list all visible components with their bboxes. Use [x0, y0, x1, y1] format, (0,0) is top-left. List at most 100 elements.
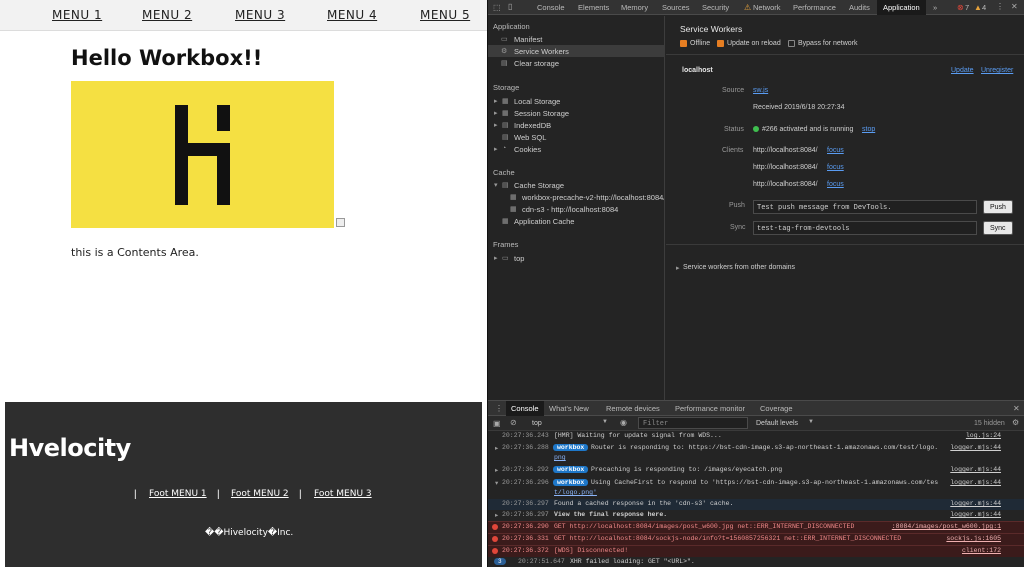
- sidebar-item-local-storage[interactable]: ▸ ▦ Local Storage: [494, 96, 664, 107]
- error-icon[interactable]: ⊗: [957, 3, 964, 12]
- application-sidebar: Application ▭ Manifest ⚙ Service Workers…: [488, 16, 665, 400]
- expand-arrow-icon[interactable]: ▸: [494, 254, 498, 262]
- push-button[interactable]: Push: [983, 200, 1013, 214]
- foot-menu-1[interactable]: Foot MENU 1: [149, 489, 207, 499]
- inspect-icon[interactable]: ⬚: [493, 3, 501, 12]
- tab-sources[interactable]: Sources: [662, 3, 690, 12]
- site-footer: Hvelocity | Foot MENU 1 | Foot MENU 2 | …: [5, 402, 482, 567]
- client-url: http://localhost:8084/: [753, 164, 818, 171]
- expand-arrow-icon[interactable]: ▸: [495, 466, 498, 474]
- sidebar-item-application-cache[interactable]: ▦ Application Cache: [502, 216, 664, 227]
- console-row: 20:27:36.297 Found a cached response in …: [488, 499, 1024, 510]
- sidebar-item-web-sql[interactable]: ▤ Web SQL: [494, 132, 664, 143]
- tab-performance[interactable]: Performance: [793, 3, 836, 12]
- repeat-count-badge: 3: [494, 558, 506, 565]
- focus-link[interactable]: focus: [827, 164, 844, 171]
- sidebar-item-service-workers[interactable]: ⚙ Service Workers: [488, 45, 665, 57]
- focus-link[interactable]: focus: [827, 181, 844, 188]
- nav-menu-4[interactable]: MENU 4: [327, 8, 377, 22]
- clear-console-icon[interactable]: ⊘: [510, 418, 517, 427]
- sidebar-item-session-storage[interactable]: ▸ ▦ Session Storage: [494, 108, 664, 119]
- application-section-header: Application: [493, 22, 530, 31]
- context-select[interactable]: top: [532, 420, 542, 427]
- expand-arrow-icon[interactable]: ▸: [495, 511, 498, 519]
- source-link[interactable]: logger.mjs:44: [950, 479, 1001, 486]
- update-link[interactable]: Update: [951, 67, 974, 74]
- device-toggle-icon[interactable]: ▯: [508, 2, 512, 11]
- sidebar-item-clear-storage[interactable]: ▤ Clear storage: [501, 58, 664, 69]
- tab-elements[interactable]: Elements: [578, 3, 609, 12]
- update-on-reload-checkbox[interactable]: [717, 40, 724, 47]
- unregister-link[interactable]: Unregister: [981, 67, 1013, 74]
- tab-console[interactable]: Console: [537, 3, 565, 12]
- source-link[interactable]: :8084/images/post_w600.jpg:1: [892, 523, 1001, 530]
- more-tabs-button[interactable]: »: [933, 3, 937, 12]
- nav-menu-3[interactable]: MENU 3: [235, 8, 285, 22]
- sidebar-item-frame-top[interactable]: ▸ ▭ top: [494, 253, 664, 264]
- drawer-close-icon[interactable]: ✕: [1013, 404, 1020, 413]
- tab-audits[interactable]: Audits: [849, 3, 870, 12]
- warning-count-icon[interactable]: ▲: [974, 3, 982, 12]
- source-link[interactable]: logger.mjs:44: [950, 466, 1001, 473]
- tab-application[interactable]: Application: [877, 0, 926, 15]
- sync-tag-input[interactable]: test-tag-from-devtools: [753, 221, 977, 235]
- sidebar-item-workbox-precache[interactable]: ▦ workbox-precache-v2-http://localhost:8…: [510, 192, 664, 203]
- source-link[interactable]: sockjs.js:1605: [946, 535, 1001, 542]
- source-link[interactable]: logger.mjs:44: [950, 444, 1001, 451]
- expand-arrow-icon[interactable]: ▸: [494, 121, 498, 129]
- sidebar-toggle-icon[interactable]: ▣: [493, 419, 501, 428]
- sidebar-item-manifest[interactable]: ▭ Manifest: [501, 34, 664, 45]
- collapse-arrow-icon[interactable]: ▾: [495, 479, 498, 487]
- expand-arrow-icon[interactable]: ▸: [494, 145, 498, 153]
- drawer-tab-whats-new[interactable]: What's New: [549, 404, 589, 413]
- drawer-tab-coverage[interactable]: Coverage: [760, 404, 793, 413]
- tab-memory[interactable]: Memory: [621, 3, 648, 12]
- log-levels-select[interactable]: Default levels: [756, 420, 798, 427]
- drawer-menu-icon[interactable]: ⋮: [495, 404, 503, 413]
- expand-arrow-icon[interactable]: ▸: [494, 97, 498, 105]
- offline-checkbox[interactable]: [680, 40, 687, 47]
- drawer-tab-remote-devices[interactable]: Remote devices: [606, 404, 660, 413]
- collapse-arrow-icon[interactable]: ▾: [494, 181, 498, 189]
- foot-menu-2[interactable]: Foot MENU 2: [231, 489, 289, 499]
- push-message-input[interactable]: Test push message from DevTools.: [753, 200, 977, 214]
- source-link[interactable]: client:172: [962, 547, 1001, 554]
- close-icon[interactable]: ✕: [1011, 2, 1018, 11]
- tab-network[interactable]: Network: [753, 3, 781, 12]
- drawer-tab-console[interactable]: Console: [506, 401, 544, 416]
- error-icon: [492, 548, 498, 554]
- sync-button[interactable]: Sync: [983, 221, 1013, 235]
- other-domains-toggle[interactable]: Service workers from other domains: [683, 264, 795, 271]
- nav-menu-5[interactable]: MENU 5: [420, 8, 470, 22]
- settings-menu-icon[interactable]: ⋮: [996, 2, 1004, 11]
- console-toolbar: ▣ ⊘ top ▼ ◉ Filter Default levels ▼ 15 h…: [488, 416, 1024, 431]
- tab-security[interactable]: Security: [702, 3, 729, 12]
- source-link[interactable]: sw.js: [753, 87, 768, 94]
- sidebar-item-cache-storage[interactable]: ▾ ▤ Cache Storage: [494, 180, 664, 191]
- bypass-network-checkbox[interactable]: [788, 40, 795, 47]
- error-icon: [492, 524, 498, 530]
- console-error-row: 20:27:36.331 GET http://localhost:8084/s…: [488, 533, 1024, 545]
- source-link[interactable]: logger.mjs:44: [950, 500, 1001, 507]
- console-settings-gear-icon[interactable]: ⚙: [1012, 418, 1019, 427]
- error-count[interactable]: 7: [965, 3, 969, 12]
- console-filter-input[interactable]: Filter: [638, 417, 748, 429]
- warning-count[interactable]: 4: [982, 3, 986, 12]
- expand-other-domains-icon[interactable]: ▸: [676, 264, 680, 272]
- sidebar-item-cdn-s3[interactable]: ▦ cdn-s3 - http://localhost:8084: [510, 204, 664, 215]
- eye-icon[interactable]: ◉: [620, 418, 627, 427]
- focus-link[interactable]: focus: [827, 147, 844, 154]
- source-link[interactable]: logger.mjs:44: [950, 511, 1001, 518]
- nav-menu-2[interactable]: MENU 2: [142, 8, 192, 22]
- cache-section-header: Cache: [493, 168, 515, 177]
- expand-arrow-icon[interactable]: ▸: [494, 109, 498, 117]
- grid-icon: ▦: [502, 98, 509, 105]
- expand-arrow-icon[interactable]: ▸: [495, 444, 498, 452]
- source-link[interactable]: log.js:24: [966, 432, 1001, 439]
- nav-menu-1[interactable]: MENU 1: [52, 8, 102, 22]
- drawer-tab-performance-monitor[interactable]: Performance monitor: [675, 404, 745, 413]
- foot-menu-3[interactable]: Foot MENU 3: [314, 489, 372, 499]
- sidebar-item-cookies[interactable]: ▸ ◔ Cookies: [494, 144, 664, 155]
- sidebar-item-indexeddb[interactable]: ▸ ▤ IndexedDB: [494, 120, 664, 131]
- stop-link[interactable]: stop: [862, 126, 875, 133]
